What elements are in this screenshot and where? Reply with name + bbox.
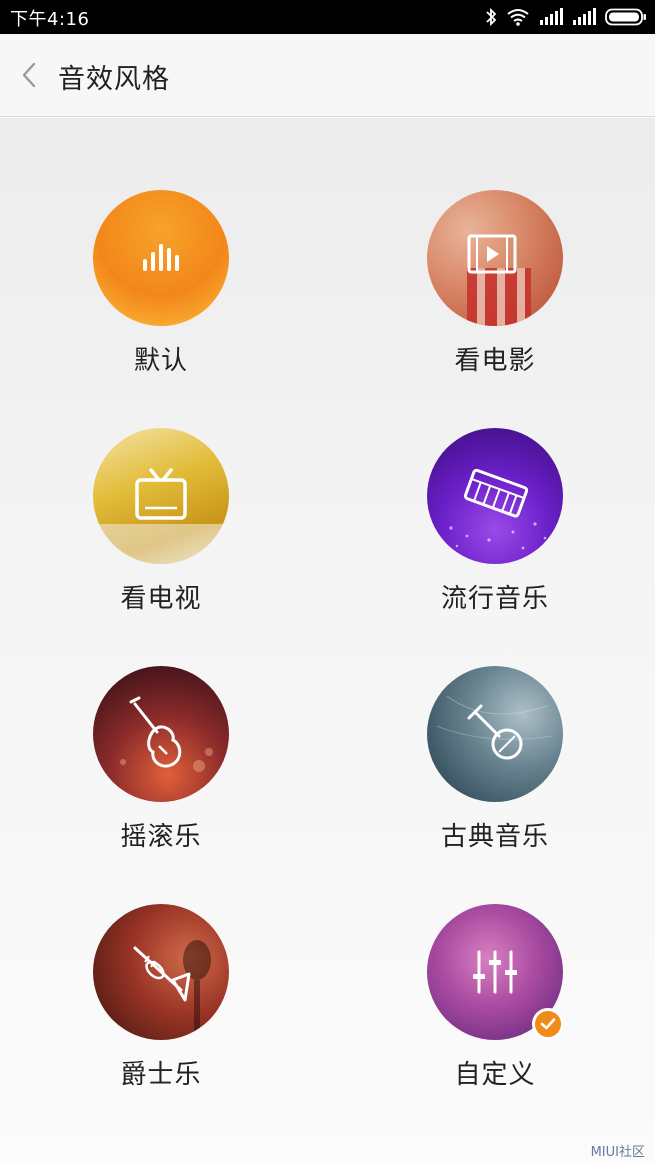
style-circle [93,904,229,1040]
style-circle [93,666,229,802]
keyboard-icon [449,468,547,550]
style-circle [93,428,229,564]
battery-icon [605,8,646,26]
page-title: 音效风格 [58,64,170,95]
style-label: 自定义 [454,1060,536,1090]
style-label: 默认 [133,346,188,376]
sound-bars-icon [143,244,179,271]
style-label: 爵士乐 [120,1060,202,1090]
bluetooth-icon [486,7,497,27]
style-circle [427,428,563,564]
style-item-tv[interactable]: 看电视 [60,428,260,628]
status-time: 下午4:16 [10,9,90,30]
trumpet-icon [133,940,211,1040]
style-item-rock[interactable]: 摇滚乐 [60,666,260,866]
style-label: 流行音乐 [440,584,549,614]
film-play-icon [467,234,531,326]
style-item-pop[interactable]: 流行音乐 [394,428,594,628]
style-item-default[interactable]: 默认 [60,190,260,390]
style-label: 看电影 [454,346,536,376]
style-label: 古典音乐 [440,822,549,852]
style-item-classical[interactable]: 古典音乐 [394,666,594,866]
chevron-left-icon [22,62,36,88]
electric-guitar-icon [120,696,213,772]
signal-icon [540,8,563,25]
style-item-custom[interactable]: 自定义 [394,904,594,1104]
pipa-icon [436,695,554,760]
sound-style-grid: 默认 看电影 看电视 流行音乐 摇滚乐 古典音乐 爵士乐 自定义 [0,118,655,1164]
wifi-icon [507,9,529,26]
status-bar: 下午4:16 [0,0,655,34]
tv-icon [93,468,229,564]
style-circle [427,190,563,326]
style-circle [93,190,229,326]
selected-badge [532,1008,564,1040]
style-item-movie[interactable]: 看电影 [394,190,594,390]
signal-icon [573,8,596,25]
style-label: 摇滚乐 [120,822,202,852]
header: 音效风格 [0,34,655,117]
watermark: MIUI社区 [590,1145,645,1160]
style-item-jazz[interactable]: 爵士乐 [60,904,260,1104]
check-icon [540,1018,556,1030]
back-button[interactable] [12,56,46,96]
style-label: 看电视 [120,584,202,614]
style-circle [427,666,563,802]
